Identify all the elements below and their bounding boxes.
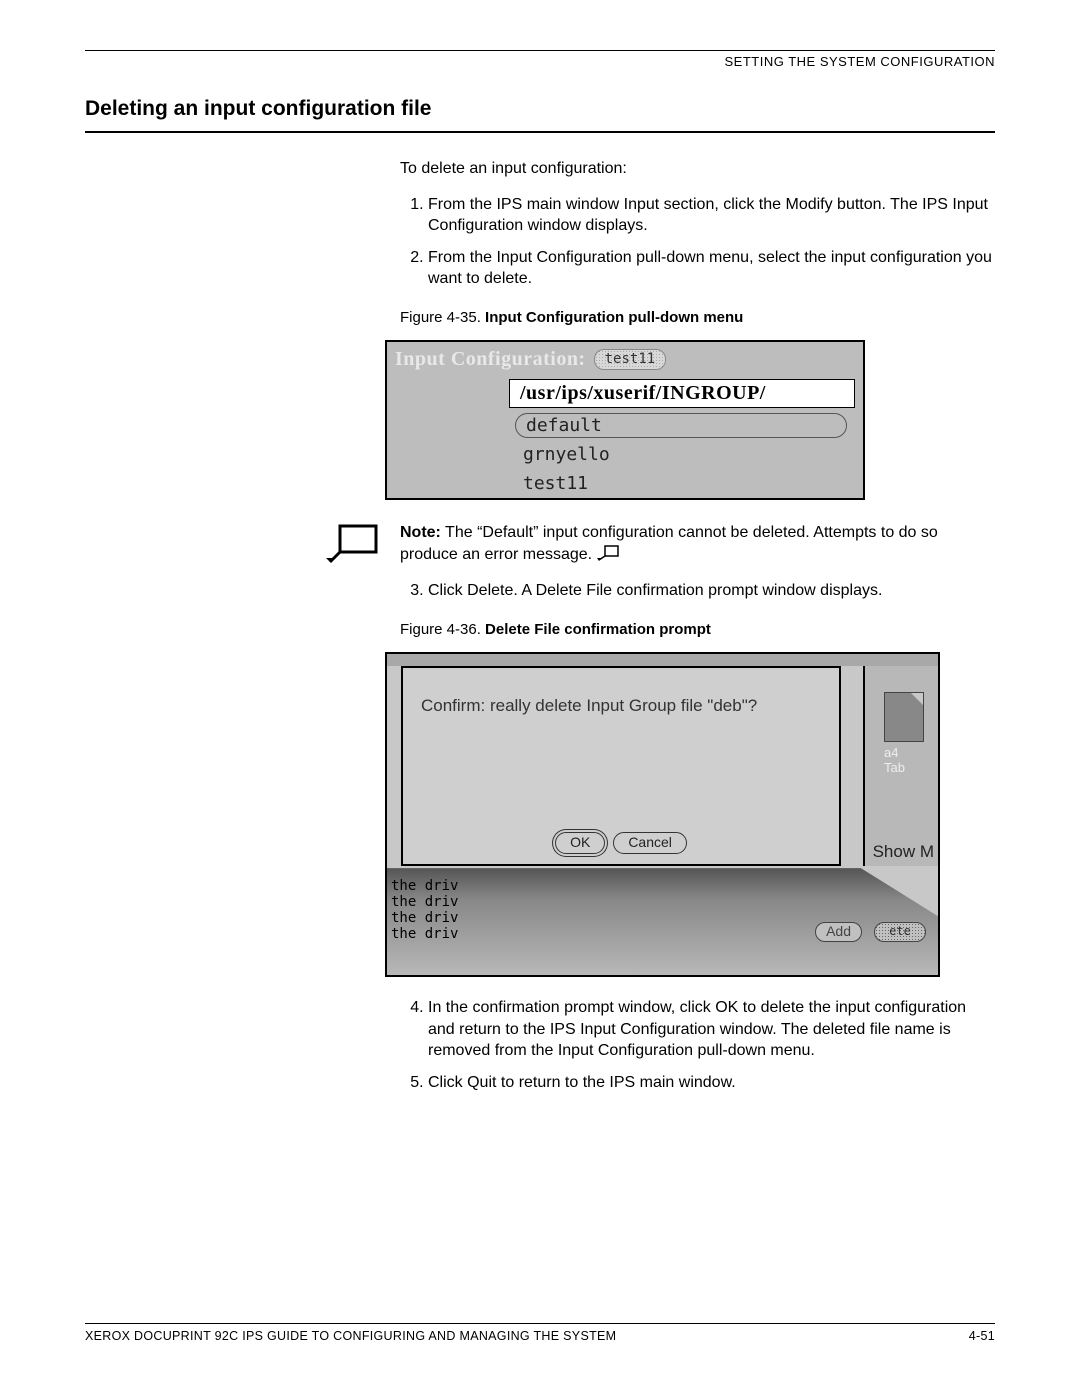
note-label: Note:	[400, 524, 441, 541]
step-item: Click Quit to return to the IPS main win…	[428, 1072, 995, 1094]
figure-caption: Figure 4-36. Delete File confirmation pr…	[400, 620, 995, 640]
note-icon	[324, 522, 380, 570]
delete-button-fragment[interactable]: ete	[874, 922, 926, 942]
section-title: Deleting an input configuration file	[85, 97, 995, 121]
note-body: The “Default” input configuration cannot…	[400, 524, 938, 563]
pulldown-menu: /usr/ips/xuserif/INGROUP/ default grnyel…	[509, 379, 855, 498]
input-config-pulldown-figure: Input Configuration: test11 /usr/ips/xus…	[385, 340, 865, 500]
step-item: In the confirmation prompt window, click…	[428, 997, 995, 1062]
step-item: From the Input Configuration pull-down m…	[428, 247, 995, 290]
paper-icon	[884, 692, 924, 742]
caption-title: Input Configuration pull-down menu	[485, 309, 743, 326]
paper-label: a4Tab	[884, 746, 924, 776]
caption-prefix: Figure 4-36.	[400, 621, 485, 638]
step-item: Click Delete. A Delete File confirmation…	[428, 580, 995, 602]
step-item: From the IPS main window Input section, …	[428, 194, 995, 237]
menu-option[interactable]: grnyello	[509, 440, 855, 469]
delete-confirmation-figure: a4Tab Show M Confirm: really delete Inpu…	[385, 652, 940, 977]
steps-list-c: In the confirmation prompt window, click…	[400, 997, 995, 1093]
note-text: Note: The “Default” input configuration …	[400, 522, 995, 570]
confirm-message: Confirm: really delete Input Group file …	[403, 668, 839, 716]
menu-option[interactable]: default	[515, 413, 847, 438]
add-button[interactable]: Add	[815, 922, 862, 942]
menu-path-header: /usr/ips/xuserif/INGROUP/	[509, 379, 855, 408]
ok-button[interactable]: OK	[555, 832, 605, 854]
caption-title: Delete File confirmation prompt	[485, 621, 711, 638]
menu-option[interactable]: test11	[509, 469, 855, 498]
steps-list-b: Click Delete. A Delete File confirmation…	[400, 580, 995, 602]
running-header: SETTING THE SYSTEM CONFIGURATION	[85, 54, 995, 69]
show-button-fragment[interactable]: Show M	[873, 842, 934, 862]
intro-text: To delete an input configuration:	[400, 158, 995, 180]
steps-list-a: From the IPS main window Input section, …	[400, 194, 995, 290]
input-config-label: Input Configuration:	[395, 348, 586, 371]
background-text: the driv the driv the driv the driv	[391, 878, 458, 942]
footer-left: XEROX DOCUPRINT 92C IPS GUIDE TO CONFIGU…	[85, 1329, 616, 1343]
confirm-dialog: Confirm: really delete Input Group file …	[401, 666, 841, 866]
cancel-button[interactable]: Cancel	[613, 832, 687, 854]
figure-caption: Figure 4-35. Input Configuration pull-do…	[400, 308, 995, 328]
caption-prefix: Figure 4-35.	[400, 309, 485, 326]
input-config-selected-chip[interactable]: test11	[594, 349, 667, 370]
end-note-icon	[597, 545, 619, 561]
page-number: 4-51	[969, 1329, 995, 1343]
